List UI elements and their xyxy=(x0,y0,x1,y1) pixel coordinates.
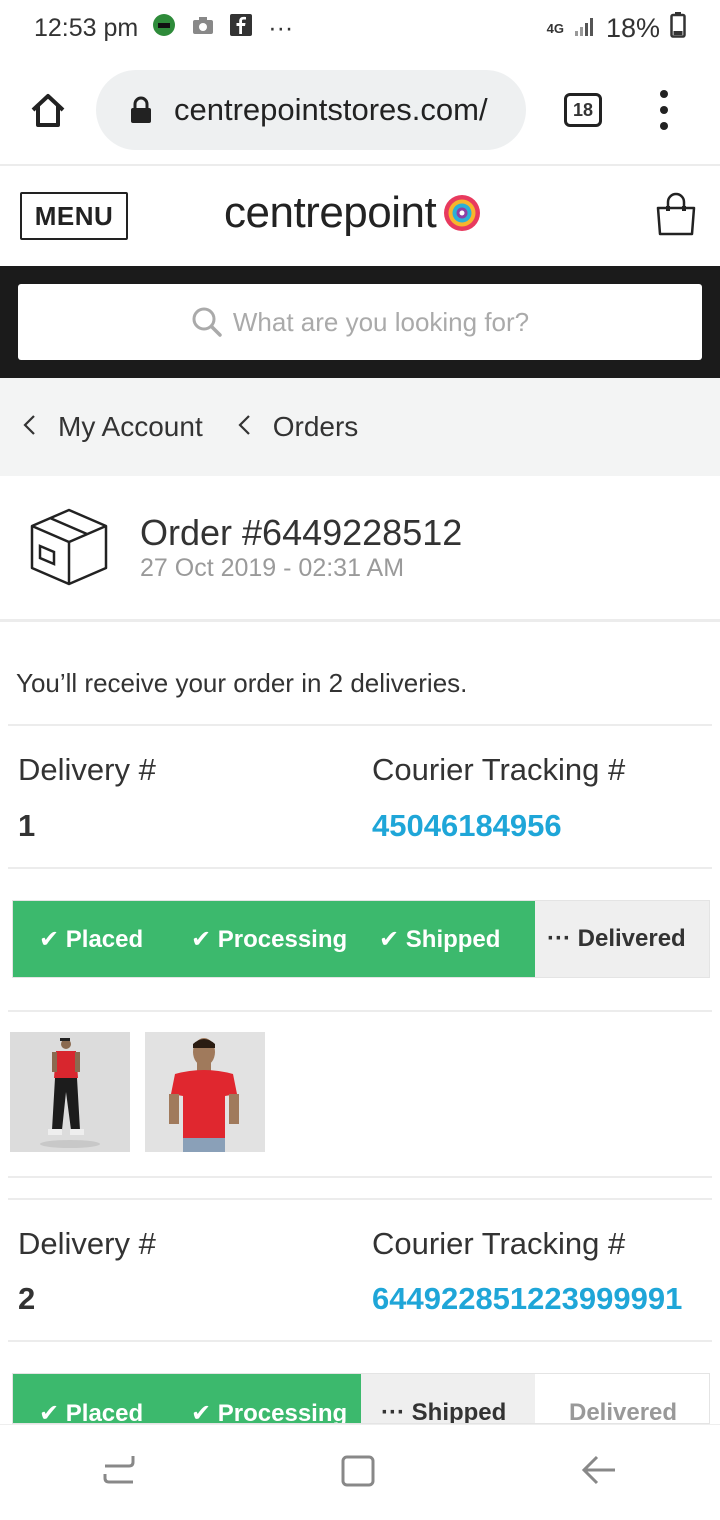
divider xyxy=(8,1010,712,1012)
product-image-full-body[interactable] xyxy=(10,1032,130,1152)
recent-apps-icon xyxy=(103,1456,135,1484)
kebab-dot xyxy=(660,106,668,114)
step-shipped: ✔ Shipped xyxy=(353,901,535,977)
package-box-icon xyxy=(28,506,110,593)
order-number: Order #6449228512 xyxy=(140,512,463,553)
step-placed: ✔ Placed xyxy=(13,1374,165,1423)
breadcrumb-label: Orders xyxy=(272,411,359,442)
search-placeholder: What are you looking for? xyxy=(232,306,530,337)
clock: 12:53 pm xyxy=(34,13,139,42)
camera-icon xyxy=(192,14,214,43)
signal-icon xyxy=(574,13,596,44)
back-button[interactable] xyxy=(579,1452,619,1493)
search-band: What are you looking for? xyxy=(0,266,720,378)
home-square-icon xyxy=(341,1455,375,1487)
divider xyxy=(8,1176,712,1178)
breadcrumb: My Account Orders xyxy=(0,378,720,476)
shopping-bag-icon xyxy=(656,192,696,236)
divider xyxy=(8,867,712,869)
step-processing: ✔ Processing xyxy=(165,1374,361,1423)
breadcrumb-my-account[interactable]: My Account xyxy=(22,410,203,444)
home-nav-button[interactable] xyxy=(340,1452,376,1493)
home-button[interactable] xyxy=(0,56,96,164)
delivery-label: Delivery # xyxy=(18,1226,156,1261)
battery-level: 18% xyxy=(605,12,660,43)
more-notifications-icon: ··· xyxy=(268,13,294,42)
breadcrumb-orders[interactable]: Orders xyxy=(237,410,359,444)
url-text: centrepointstores.com/ xyxy=(174,92,488,127)
delivery-progress: ✔ Placed ✔ Processing ✔ Shipped ··· Deli… xyxy=(12,900,710,978)
delivery-number: 2 xyxy=(18,1281,36,1316)
status-bar: 12:53 pm ··· 4G 18% xyxy=(0,0,720,56)
address-bar[interactable]: centrepointstores.com/ xyxy=(96,70,526,150)
search-icon xyxy=(192,307,222,337)
step-delivered: ··· Delivered xyxy=(535,901,709,977)
order-header: Order #6449228512 27 Oct 2019 - 02:31 AM xyxy=(0,476,720,622)
breadcrumb-label: My Account xyxy=(58,411,203,442)
tracking-label: Courier Tracking # xyxy=(372,752,626,787)
centrepoint-logo[interactable]: centrepoint xyxy=(224,188,482,238)
divider xyxy=(8,724,712,726)
product-thumbnails xyxy=(10,1032,265,1152)
browser-toolbar: centrepointstores.com/ 18 xyxy=(0,56,720,166)
chevron-left-icon xyxy=(22,410,36,444)
tracking-number-link[interactable]: 45046184956 xyxy=(372,808,562,844)
back-arrow-icon xyxy=(581,1455,615,1485)
menu-button[interactable]: MENU xyxy=(20,192,128,240)
system-navigation-bar xyxy=(0,1424,720,1520)
facebook-icon xyxy=(230,13,253,43)
battery-icon xyxy=(670,11,686,45)
tracking-label: Courier Tracking # xyxy=(372,1226,626,1261)
cart-button[interactable] xyxy=(654,192,698,241)
step-shipped: ··· Shipped xyxy=(361,1374,535,1423)
step-delivered: Delivered xyxy=(535,1374,709,1423)
product-image-closeup[interactable] xyxy=(145,1032,265,1152)
network-type: 4G xyxy=(546,20,564,36)
step-processing: ✔ Processing xyxy=(165,901,353,977)
lock-icon xyxy=(131,96,151,123)
delivery-progress: ✔ Placed ✔ Processing ··· Shipped Delive… xyxy=(12,1373,710,1424)
search-input[interactable]: What are you looking for? xyxy=(18,284,702,360)
divider xyxy=(8,1340,712,1342)
site-header: MENU centrepoint xyxy=(0,166,720,266)
divider xyxy=(8,1198,712,1200)
logo-text: centrepoint xyxy=(224,188,437,237)
step-placed: ✔ Placed xyxy=(13,901,165,977)
logo-rings-icon xyxy=(444,195,481,231)
delivery-number: 1 xyxy=(18,808,36,843)
tab-switcher-button[interactable]: 18 xyxy=(564,93,602,127)
recent-apps-button[interactable] xyxy=(101,1452,137,1493)
tracking-number-link[interactable]: 644922851223999991 xyxy=(372,1281,682,1317)
deliveries-message: You’ll receive your order in 2 deliverie… xyxy=(16,668,468,698)
notification-app-icon xyxy=(152,13,176,44)
order-date: 27 Oct 2019 - 02:31 AM xyxy=(140,554,405,582)
kebab-dot xyxy=(660,90,668,98)
chevron-left-icon xyxy=(237,410,251,444)
browser-menu-button[interactable] xyxy=(654,90,674,130)
kebab-dot xyxy=(660,122,668,130)
home-icon xyxy=(31,94,65,127)
delivery-label: Delivery # xyxy=(18,752,156,787)
